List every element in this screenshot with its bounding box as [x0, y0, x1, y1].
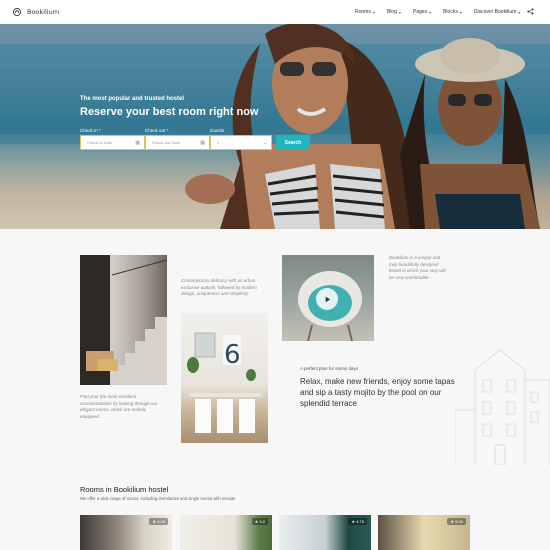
- chevron-down-icon: ⌄: [262, 140, 267, 146]
- nav-item-pages[interactable]: Pages ▾: [413, 9, 431, 15]
- room-card[interactable]: ★ 4.75: [279, 515, 371, 550]
- dining-illustration: 6: [187, 332, 261, 433]
- nav-label: Discover Bookilium: [473, 9, 517, 15]
- chevron-down-icon: ▾: [518, 9, 521, 15]
- nav-label: Rooms: [355, 9, 371, 15]
- building-line-art: [455, 349, 550, 465]
- calendar-icon: ▦: [200, 140, 205, 146]
- hero-section: The most popular and trusted hostel Rese…: [0, 24, 550, 229]
- rating-value: 5.00: [455, 519, 463, 524]
- rooms-title: Rooms in Bookilium hostel: [80, 485, 169, 494]
- nav-item-blog[interactable]: Blog ▾: [387, 9, 401, 15]
- guests-value: 1: [217, 140, 220, 145]
- chevron-down-icon: ▾: [429, 9, 432, 15]
- play-icon: [325, 296, 330, 302]
- checkin-placeholder: Check-in Date: [87, 140, 113, 145]
- room-rating: ★ 4.29: [149, 518, 168, 525]
- terrace-quote: Relax, make new friends, enjoy some tapa…: [300, 377, 455, 408]
- hero-subtitle: The most popular and trusted hostel: [80, 96, 185, 102]
- room-rating: ★ 4.75: [348, 518, 367, 525]
- room-card[interactable]: ★ 5.00: [378, 515, 470, 550]
- checkout-placeholder: Check-out Date: [152, 140, 180, 145]
- nav-item-discover[interactable]: Discover Bookilium ▾: [474, 9, 521, 15]
- checkout-field[interactable]: Check-out Date ▦: [145, 135, 210, 150]
- chevron-down-icon: ▾: [372, 9, 375, 15]
- perfect-plan-label: A perfect plan for sunny days: [300, 366, 359, 371]
- star-icon: ★: [254, 519, 259, 524]
- room-rating: ★ 5.00: [447, 518, 466, 525]
- search-button[interactable]: Search: [276, 135, 310, 150]
- checkin-field[interactable]: Check-in Date ▦: [80, 135, 145, 150]
- nav-item-blocks[interactable]: Blocks ▾: [443, 9, 462, 15]
- hero-title: Reserve your best room right now: [80, 106, 259, 118]
- site-header: Bookilium Rooms ▾ Blog ▾ Pages ▾ Blocks ▾ Di…: [0, 0, 550, 24]
- star-icon: ★: [450, 519, 455, 524]
- rating-value: 4.75: [356, 519, 364, 524]
- star-icon: ★: [152, 519, 157, 524]
- unique-text: Bookilium is a unique and truly beautifu…: [389, 255, 446, 280]
- contemporary-text: Contemporary delicacy with an urban excl…: [181, 278, 257, 297]
- logo[interactable]: Bookilium: [12, 7, 59, 17]
- checkout-label: Check out *: [145, 128, 169, 133]
- accommodation-text: Find your the most excellent accommodati…: [80, 394, 158, 419]
- guests-label: Guests: [210, 128, 225, 133]
- play-video-button[interactable]: [316, 288, 338, 310]
- star-icon: ★: [351, 519, 356, 524]
- nav-label: Blog: [386, 9, 397, 15]
- checkin-label: Check In *: [80, 128, 101, 133]
- chevron-down-icon: ▾: [459, 9, 462, 15]
- rooms-subtitle: We offer a wide range of rooms, includin…: [80, 496, 236, 501]
- page: Bookilium Rooms ▾ Blog ▾ Pages ▾ Blocks ▾ Di…: [0, 0, 550, 550]
- main-nav: Rooms ▾ Blog ▾ Pages ▾ Blocks ▾ Discover Boo…: [355, 0, 532, 24]
- rating-value: 5.0: [259, 519, 265, 524]
- calendar-icon: ▦: [135, 140, 140, 146]
- svg-text:6: 6: [224, 340, 241, 370]
- room-card[interactable]: ★ 4.29: [80, 515, 172, 550]
- hero-overlay: [0, 24, 550, 229]
- room-card[interactable]: ★ 5.0: [180, 515, 272, 550]
- nav-label: Blocks: [443, 9, 458, 15]
- stairs-image: [80, 255, 167, 385]
- nav-item-rooms[interactable]: Rooms ▾: [355, 9, 375, 15]
- share-icon[interactable]: [527, 8, 534, 15]
- chevron-down-icon: ▾: [398, 9, 401, 15]
- dining-image: 6: [181, 313, 268, 443]
- stairs-illustration: [80, 255, 167, 385]
- nav-label: Pages: [412, 9, 428, 15]
- guests-select[interactable]: 1 ⌄: [210, 135, 272, 150]
- rating-value: 4.29: [157, 519, 165, 524]
- logo-text: Bookilium: [27, 8, 60, 16]
- logo-icon: [12, 7, 22, 17]
- room-rating: ★ 5.0: [251, 518, 268, 525]
